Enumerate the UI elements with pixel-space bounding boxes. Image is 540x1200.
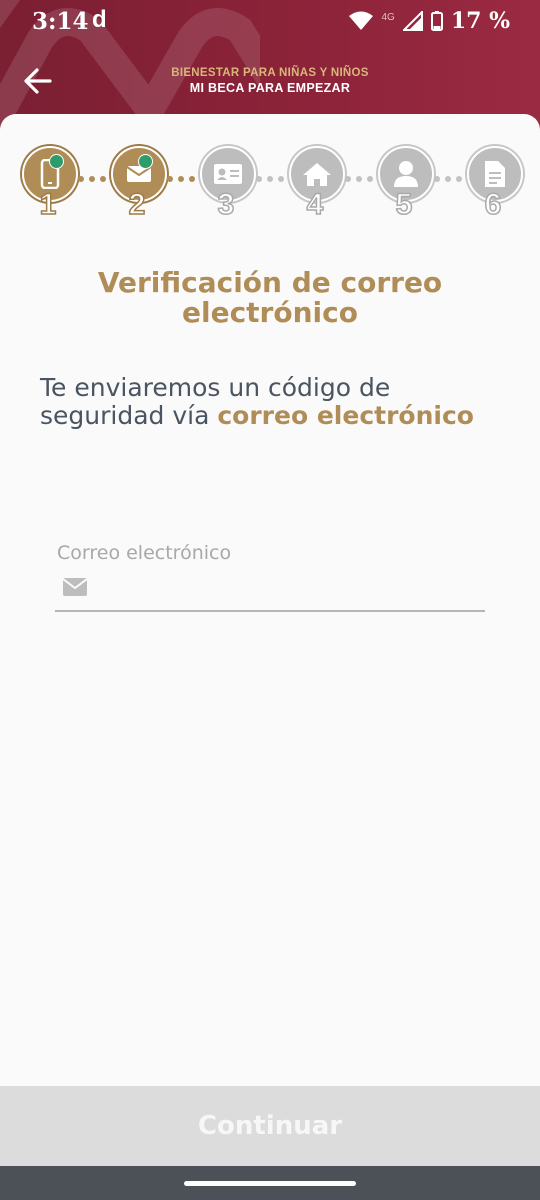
email-field[interactable]: Correo electrónico bbox=[55, 538, 485, 612]
content-card: 1 2 3 4 5 6 Verificación de correo elect… bbox=[0, 114, 540, 1086]
step-2: 2 bbox=[109, 144, 167, 224]
step-number: 5 bbox=[395, 187, 413, 222]
step-number: 1 bbox=[39, 187, 57, 222]
id-card-icon bbox=[214, 164, 242, 184]
step-6: 6 bbox=[465, 144, 523, 224]
step-connector bbox=[78, 176, 106, 184]
status-bar: 3:14 d 4G 17 % bbox=[0, 0, 540, 42]
status-time: 3:14 bbox=[32, 8, 89, 35]
step-connector bbox=[256, 176, 284, 184]
check-icon bbox=[49, 154, 64, 169]
field-underline bbox=[55, 610, 485, 612]
system-nav-bar bbox=[0, 1166, 540, 1200]
step-connector bbox=[167, 176, 195, 184]
check-icon bbox=[138, 154, 153, 169]
step-number: 6 bbox=[484, 187, 502, 222]
signal-icon bbox=[402, 11, 423, 31]
app-indicator: d bbox=[92, 6, 107, 33]
battery-percent: 17 % bbox=[450, 8, 510, 34]
user-icon bbox=[394, 161, 418, 187]
network-type: 4G bbox=[381, 11, 395, 23]
step-connector bbox=[345, 176, 373, 184]
email-input[interactable] bbox=[101, 572, 485, 604]
step-5: 5 bbox=[376, 144, 434, 224]
app-name: MI BECA PARA EMPEZAR bbox=[189, 81, 351, 95]
app-subtitle: BIENESTAR PARA NIÑAS Y NIÑOS bbox=[171, 67, 369, 79]
step-number: 4 bbox=[306, 187, 324, 222]
battery-icon bbox=[430, 11, 443, 31]
status-icons: 4G 17 % bbox=[349, 8, 510, 34]
step-number: 3 bbox=[217, 187, 235, 222]
document-icon bbox=[485, 161, 505, 187]
continue-button[interactable]: Continuar bbox=[0, 1086, 540, 1166]
envelope-icon bbox=[63, 578, 87, 596]
step-1: 1 bbox=[20, 144, 78, 224]
home-icon bbox=[303, 163, 331, 186]
progress-stepper: 1 2 3 4 5 6 bbox=[0, 144, 540, 224]
app-title: BIENESTAR PARA NIÑAS Y NIÑOS MI BECA PAR… bbox=[0, 67, 540, 95]
home-gesture-handle[interactable] bbox=[184, 1181, 356, 1186]
wifi-icon bbox=[349, 11, 374, 30]
step-3: 3 bbox=[198, 144, 256, 224]
step-number: 2 bbox=[128, 187, 146, 222]
step-connector bbox=[434, 176, 462, 184]
page-title: Verificación de correo electrónico bbox=[97, 266, 443, 329]
description-highlight: correo electrónico bbox=[217, 401, 474, 430]
step-4: 4 bbox=[287, 144, 345, 224]
description: Te enviaremos un código de seguridad vía… bbox=[40, 374, 500, 430]
email-field-label: Correo electrónico bbox=[57, 542, 232, 564]
